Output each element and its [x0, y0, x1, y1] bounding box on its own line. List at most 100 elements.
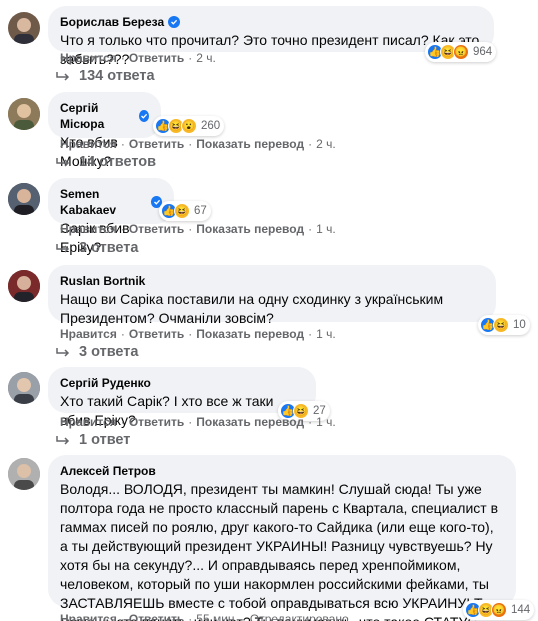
reply-button[interactable]: Ответить — [129, 612, 184, 621]
author-name[interactable]: Сергій Руденко — [60, 375, 151, 391]
avatar[interactable] — [8, 183, 40, 215]
comment-bubble: Алексей Петров Володя... ВОЛОДЯ, президе… — [48, 455, 516, 621]
reply-arrow-icon — [56, 158, 70, 167]
separator: · — [120, 327, 125, 341]
comment-author[interactable]: Сергій Руденко — [60, 375, 304, 391]
haha-reaction-icon: 😆 — [493, 317, 509, 333]
author-name[interactable]: Ruslan Bortnik — [60, 273, 145, 289]
replies-label[interactable]: 134 ответа — [79, 68, 155, 84]
reaction-count: 260 — [201, 120, 221, 132]
comment-time[interactable]: 2 ч. — [196, 51, 216, 65]
comment-time[interactable]: 1 ч. — [316, 327, 336, 341]
show-translation-button[interactable]: Показать перевод — [196, 137, 304, 151]
reply-button[interactable]: Ответить — [129, 137, 184, 151]
view-replies-button[interactable]: 1 ответ — [56, 432, 130, 448]
separator: · — [241, 612, 246, 621]
reaction-count: 67 — [194, 205, 207, 217]
comment-author[interactable]: Semen Kabakaev — [60, 186, 162, 218]
reaction-summary[interactable]: 👍 😆 10 — [478, 315, 530, 335]
reply-arrow-icon — [56, 436, 70, 445]
like-button[interactable]: Нравится — [60, 137, 117, 151]
angry-reaction-icon: 😠 — [491, 602, 507, 618]
separator: · — [188, 51, 193, 65]
wow-reaction-icon: 😮 — [181, 118, 197, 134]
reaction-count: 10 — [513, 319, 526, 331]
verified-badge-icon — [138, 110, 149, 122]
show-translation-button[interactable]: Показать перевод — [196, 222, 304, 236]
comment-author[interactable]: Сергій Місюра — [60, 100, 149, 132]
comment-actions: Нравится · Ответить · Показать перевод ·… — [60, 137, 336, 151]
reply-button[interactable]: Ответить — [129, 327, 184, 341]
like-button[interactable]: Нравится — [60, 612, 117, 621]
comment-actions: Нравится · Ответить · Показать перевод ·… — [60, 415, 336, 429]
separator: · — [188, 612, 193, 621]
edited-label[interactable]: Отредактировано — [250, 612, 349, 621]
view-replies-button[interactable]: 3 ответа — [56, 240, 138, 256]
author-name[interactable]: Сергій Місюра — [60, 100, 135, 132]
separator: · — [188, 137, 193, 151]
reply-arrow-icon — [56, 244, 70, 253]
separator: · — [308, 327, 313, 341]
comment-bubble: Ruslan Bortnik Нащо ви Саріка поставили … — [48, 265, 496, 326]
separator: · — [120, 51, 125, 65]
angry-reaction-icon: 😠 — [453, 44, 469, 60]
avatar[interactable] — [8, 12, 40, 44]
avatar[interactable] — [8, 458, 40, 490]
show-translation-button[interactable]: Показать перевод — [196, 327, 304, 341]
separator: · — [120, 137, 125, 151]
like-button[interactable]: Нравится — [60, 327, 117, 341]
separator: · — [120, 222, 125, 236]
separator: · — [188, 222, 193, 236]
avatar[interactable] — [8, 372, 40, 404]
comment-bubble: Сергій Руденко Хто такий Сарік? І хто вс… — [48, 367, 316, 428]
comment-time[interactable]: 1 ч. — [316, 415, 336, 429]
reaction-count: 964 — [473, 46, 493, 58]
replies-label[interactable]: 1 ответ — [79, 432, 130, 448]
show-translation-button[interactable]: Показать перевод — [196, 415, 304, 429]
comment-time[interactable]: 55 мин. — [196, 612, 238, 621]
like-button[interactable]: Нравится — [60, 415, 117, 429]
comment-time[interactable]: 1 ч. — [316, 222, 336, 236]
separator: · — [308, 137, 313, 151]
separator: · — [308, 415, 313, 429]
reply-arrow-icon — [56, 348, 70, 357]
comment-actions: Нравится · Ответить · Показать перевод ·… — [60, 327, 336, 341]
avatar[interactable] — [8, 98, 40, 130]
reaction-summary[interactable]: 👍 😆 😠 144 — [463, 600, 535, 620]
view-replies-button[interactable]: 14 ответов — [56, 154, 156, 170]
comment-author[interactable]: Ruslan Bortnik — [60, 273, 484, 289]
author-name[interactable]: Борислав Береза — [60, 14, 164, 30]
haha-reaction-icon: 😆 — [174, 203, 190, 219]
reaction-summary[interactable]: 👍 😆 😮 260 — [153, 116, 225, 136]
like-button[interactable]: Нравится — [60, 51, 117, 65]
reaction-summary[interactable]: 👍 😆 😠 964 — [425, 42, 497, 62]
comment-actions: Нравится · Ответить · Показать перевод ·… — [60, 222, 336, 236]
replies-label[interactable]: 3 ответа — [79, 344, 138, 360]
author-name[interactable]: Алексей Петров — [60, 463, 156, 479]
separator: · — [188, 327, 193, 341]
comment-author[interactable]: Борислав Береза — [60, 14, 482, 30]
author-name[interactable]: Semen Kabakaev — [60, 186, 147, 218]
reaction-summary[interactable]: 👍 😆 67 — [159, 201, 211, 221]
replies-label[interactable]: 3 ответа — [79, 240, 138, 256]
reply-button[interactable]: Ответить — [129, 222, 184, 236]
separator: · — [120, 612, 125, 621]
separator: · — [120, 415, 125, 429]
reply-button[interactable]: Ответить — [129, 415, 184, 429]
reply-button[interactable]: Ответить — [129, 51, 184, 65]
avatar[interactable] — [8, 270, 40, 302]
view-replies-button[interactable]: 134 ответа — [56, 68, 155, 84]
reaction-count: 144 — [511, 604, 531, 616]
comment-time[interactable]: 2 ч. — [316, 137, 336, 151]
comment-actions: Нравится · Ответить · 55 мин. · Отредакт… — [60, 612, 349, 621]
comment-text: Володя... ВОЛОДЯ, президент ты мамкин! С… — [60, 481, 499, 621]
comment-bubble: Сергій Місюра Хто вбив Моніку? — [48, 92, 161, 169]
replies-label[interactable]: 14 ответов — [79, 154, 156, 170]
comment-actions: Нравится · Ответить · 2 ч. — [60, 51, 216, 65]
separator: · — [188, 415, 193, 429]
comment-text: Нащо ви Саріка поставили на одну сходинк… — [60, 291, 444, 326]
like-button[interactable]: Нравится — [60, 222, 117, 236]
comment-author[interactable]: Алексей Петров — [60, 463, 504, 479]
view-replies-button[interactable]: 3 ответа — [56, 344, 138, 360]
comment-bubble: Semen Kabakaev Сарік вбив Еріку? — [48, 178, 174, 255]
